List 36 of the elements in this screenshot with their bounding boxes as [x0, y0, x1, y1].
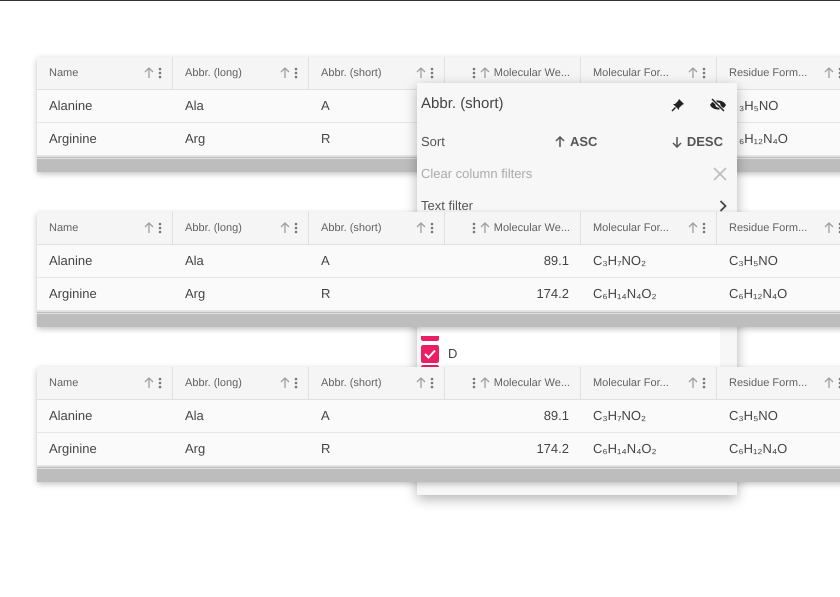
table-cell-text: 89.1 [544, 252, 569, 270]
table-cell-text: Alanine [49, 97, 92, 116]
table-cell-text: R [321, 440, 330, 458]
table-cell-text: Ala [185, 252, 204, 270]
checkbox-label: D [448, 345, 458, 364]
table-cell-text: 174.2 [536, 285, 569, 304]
table-cell-text: Alanine [49, 252, 92, 270]
table-cell-text: C₆H₁₂N₄O [729, 440, 788, 458]
table-cell-text: C₆H₁₄N₄O₂ [593, 285, 657, 304]
table-cell-text: Arginine [49, 285, 97, 304]
table-cell-text: Arginine [49, 440, 97, 458]
sort-label: Sort [421, 133, 446, 152]
table-cell-text: R [321, 285, 330, 304]
clear-filters-item: Clear column filters [421, 165, 534, 184]
table-cell-text: A [321, 97, 330, 116]
table-cell-text: Arg [185, 440, 206, 458]
table-cell-text: 174.2 [536, 440, 569, 458]
table-cell-text: Ala [185, 407, 204, 426]
table-cell-text: ₆H₁₂N₄O [739, 130, 788, 148]
table-cell-text: Alanine [49, 407, 92, 426]
table-cell-text: ₃H₅NO [739, 97, 778, 116]
table-cell-text: A [321, 252, 330, 270]
table-cell-text: 89.1 [544, 407, 569, 426]
table-cell-text: C₆H₁₄N₄O₂ [593, 440, 657, 458]
table-cell-text: A [321, 407, 330, 426]
table-cell-text: Arginine [49, 130, 97, 148]
table-cell-text: Ala [185, 97, 204, 116]
table-cell-text: C₃H₇NO₂ [593, 252, 646, 270]
table-cell-text: C₃H₅NO [729, 252, 778, 270]
menu-title: Abbr. (short) [421, 94, 505, 114]
table-cell-text: R [321, 130, 330, 148]
table-cell-text: C₃H₇NO₂ [593, 407, 646, 426]
table-cell-text: Arg [185, 285, 206, 304]
table-cell-text: Arg [185, 130, 206, 148]
table-cell-text: C₆H₁₂N₄O [729, 285, 788, 304]
table-cell-text: C₃H₅NO [729, 407, 778, 426]
